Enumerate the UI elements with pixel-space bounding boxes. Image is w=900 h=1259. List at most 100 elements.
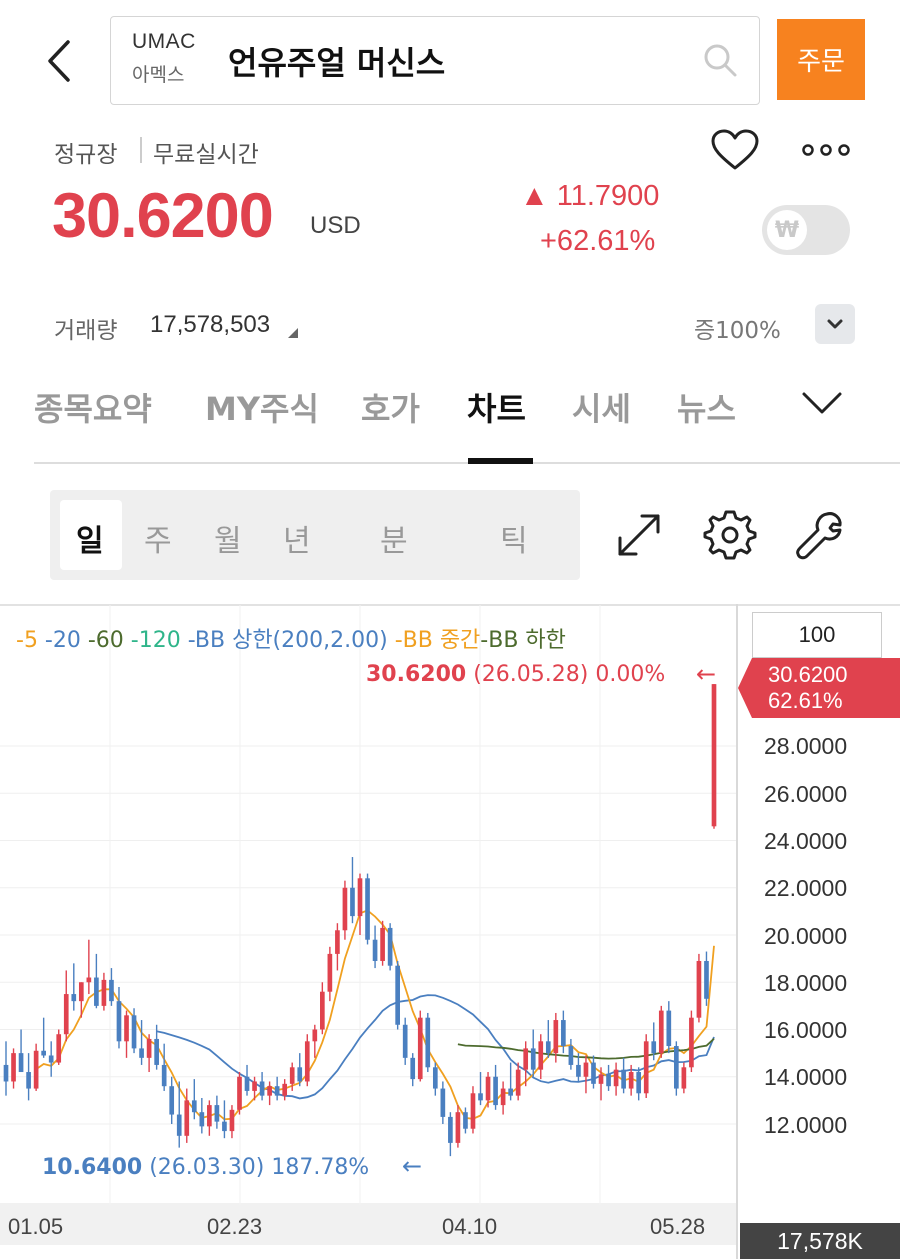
currency-label: USD: [310, 212, 361, 239]
wrench-icon[interactable]: [793, 508, 847, 562]
candle-body: [222, 1121, 227, 1132]
candle-body: [312, 1029, 318, 1042]
candle-body: [94, 977, 99, 1006]
candle-body: [41, 1050, 46, 1056]
candle-body: [561, 1020, 566, 1047]
candle-body: [48, 1055, 54, 1063]
tab-summary[interactable]: 종목요약: [34, 384, 152, 430]
won-icon[interactable]: ₩: [767, 210, 807, 250]
stock-ticker: UMAC: [132, 30, 196, 53]
candle-body: [304, 1041, 310, 1082]
order-button[interactable]: 주문: [777, 19, 865, 100]
candle-body: [116, 1001, 122, 1042]
zoom-level-input[interactable]: 100: [752, 612, 882, 658]
candle-body: [274, 1086, 280, 1096]
candle-body: [124, 1015, 129, 1042]
candle-body: [78, 982, 84, 1002]
candle-body: [553, 1020, 559, 1054]
period-day[interactable]: 일: [76, 516, 104, 560]
expand-info-button[interactable]: [815, 304, 855, 344]
candle-body: [395, 965, 400, 1025]
tab-quote[interactable]: 시세: [572, 384, 631, 430]
period-year[interactable]: 년: [283, 516, 311, 560]
candle-body: [704, 960, 709, 999]
period-minute[interactable]: 분: [380, 516, 408, 560]
candle-body: [666, 1010, 672, 1047]
candle-body: [651, 1041, 657, 1054]
volume-label: 거래량: [54, 318, 118, 344]
candle-body: [538, 1041, 544, 1070]
candle-body: [252, 1081, 257, 1091]
tab-news[interactable]: 뉴스: [677, 384, 736, 430]
period-week[interactable]: 주: [144, 516, 172, 560]
period-month[interactable]: 월: [214, 516, 242, 560]
y-tick: 28.0000: [764, 733, 848, 759]
candle-body: [432, 1067, 438, 1089]
candle-body: [26, 1072, 31, 1089]
candle-body: [86, 977, 92, 983]
candle-body: [628, 1072, 634, 1089]
legend-item: -20: [37, 628, 81, 653]
tab-my-stock[interactable]: MY주식: [205, 384, 319, 430]
candle-body: [643, 1041, 649, 1094]
more-options-icon[interactable]: [800, 140, 852, 160]
candle-body: [199, 1112, 205, 1127]
candle-body: [621, 1069, 626, 1089]
market-session: 정규장: [54, 142, 118, 168]
candle-body: [139, 1048, 144, 1058]
candle-body: [425, 1017, 431, 1068]
candle-body: [478, 1093, 483, 1101]
high-arrow-icon: ←: [696, 660, 717, 688]
candle-body: [237, 1076, 242, 1110]
candle-body: [455, 1112, 461, 1143]
candle-body: [485, 1076, 491, 1101]
y-tick: 18.0000: [764, 970, 848, 996]
search-icon[interactable]: [700, 40, 740, 80]
candle-body: [327, 953, 333, 992]
x-axis-band: [0, 1203, 736, 1245]
legend-item: -BB 상한(200,2.00): [180, 628, 388, 653]
y-tick: 12.0000: [764, 1112, 848, 1138]
chevron-down-icon[interactable]: [800, 388, 844, 418]
y-tick: 26.0000: [764, 781, 848, 807]
candle-body: [711, 684, 717, 827]
candle-body: [417, 1017, 423, 1080]
legend-item: -5: [16, 628, 38, 653]
volume-triangle-icon: [288, 328, 298, 338]
price-change: ▲ 11.7900: [520, 180, 660, 212]
y-tick: 20.0000: [764, 923, 848, 949]
current-price: 30.6200: [52, 181, 274, 251]
x-tick: 04.10: [442, 1214, 498, 1239]
legend-item: -120: [123, 628, 181, 653]
candle-body: [440, 1088, 446, 1117]
back-arrow-icon[interactable]: [40, 36, 80, 86]
candle-body: [146, 1038, 152, 1058]
tab-orderbook[interactable]: 호가: [361, 384, 420, 430]
candle-body: [636, 1072, 642, 1094]
candle-body: [365, 878, 370, 940]
period-tick[interactable]: 틱: [500, 516, 528, 560]
candle-body: [448, 1116, 453, 1143]
heart-icon[interactable]: [710, 128, 760, 172]
price-change-percent: +62.61%: [540, 225, 656, 257]
candle-body: [71, 994, 77, 1002]
candle-body: [161, 1064, 167, 1087]
expand-icon[interactable]: [612, 508, 666, 562]
candle-body: [372, 939, 378, 961]
candle-body: [613, 1069, 619, 1087]
tab-chart[interactable]: 차트: [467, 384, 526, 430]
legend-item: -BB 하한: [480, 628, 566, 653]
tab-divider: [34, 462, 900, 464]
candle-body: [470, 1093, 476, 1129]
candle-body: [11, 1053, 16, 1082]
candle-body: [169, 1086, 175, 1115]
realtime-label: 무료실시간: [153, 142, 259, 168]
y-tick: 16.0000: [764, 1017, 848, 1043]
candle-body: [410, 1057, 416, 1080]
x-tick: 05.28: [650, 1214, 706, 1239]
candle-body: [63, 994, 69, 1035]
current-price-tag: 30.6200 62.61%: [738, 658, 900, 718]
gear-icon[interactable]: [703, 508, 757, 562]
high-price-info: (26.05.28) 0.00%: [473, 662, 666, 687]
candlestick-chart[interactable]: [0, 605, 736, 1205]
